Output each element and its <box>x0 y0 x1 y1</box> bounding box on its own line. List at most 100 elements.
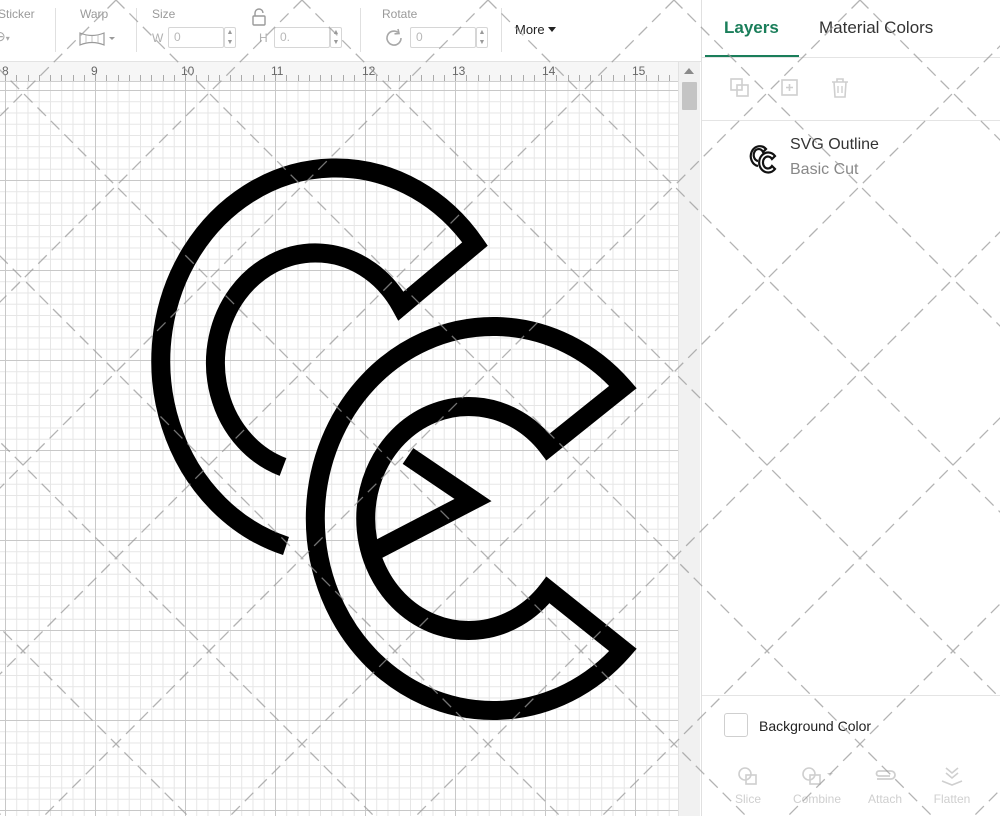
width-input[interactable]: 0 <box>168 27 224 48</box>
ruler-tick <box>185 75 186 81</box>
size-label: Size <box>152 7 176 21</box>
ruler-tick <box>117 75 119 81</box>
ruler-tick <box>556 75 558 81</box>
lower-c-outline <box>305 317 637 720</box>
ruler-tick <box>455 75 456 81</box>
ruler-mark: 13 <box>452 64 466 78</box>
toolbar-divider <box>136 8 137 52</box>
ruler-tick <box>173 75 175 81</box>
ruler-mark: 11 <box>271 64 284 78</box>
combine-button[interactable]: Combine <box>787 757 847 806</box>
attach-button[interactable]: Attach <box>855 757 915 806</box>
ruler-tick <box>376 75 378 81</box>
ruler-tick <box>61 75 63 81</box>
ruler-tick <box>590 75 591 81</box>
vertical-scrollbar[interactable] <box>678 62 700 816</box>
top-toolbar: Sticker ⊖▾ Warp Size W 0 ▲▼ H 0. ▲▼ Rota… <box>0 0 702 62</box>
background-color-swatch[interactable] <box>724 713 748 737</box>
combine-icon <box>802 767 833 785</box>
design-canvas[interactable] <box>0 82 678 816</box>
sticker-icon[interactable]: ⊖▾ <box>0 28 10 45</box>
ruler-tick <box>545 75 546 81</box>
ruler-tick <box>533 75 535 81</box>
ruler-tick <box>286 75 288 81</box>
ruler-tick <box>488 75 490 81</box>
layer-operation: Basic Cut <box>790 161 859 178</box>
ruler-tick <box>578 75 580 81</box>
background-divider <box>702 695 1000 696</box>
combine-label: Combine <box>792 792 842 806</box>
warp-icon[interactable] <box>78 30 116 51</box>
duplicate-icon[interactable] <box>778 76 802 100</box>
ruler-tick <box>106 75 108 81</box>
ruler-tick <box>297 75 299 81</box>
lock-icon[interactable] <box>251 8 267 29</box>
rotate-stepper[interactable]: ▲ ▼ <box>476 27 488 48</box>
chevron-down-icon <box>547 27 556 32</box>
ruler-tick <box>353 75 355 81</box>
ruler-tick <box>320 75 321 81</box>
ruler-tick <box>27 75 29 81</box>
slice-button[interactable]: Slice <box>718 757 778 806</box>
ruler-tick <box>5 75 6 81</box>
slice-label: Slice <box>734 792 761 806</box>
size-width-letter: W <box>152 31 164 45</box>
tab-material-colors[interactable]: Material Colors <box>819 18 933 38</box>
group-icon[interactable] <box>728 76 752 100</box>
scroll-up-icon[interactable] <box>684 68 694 74</box>
layer-item[interactable]: SVG Outline Basic Cut <box>702 124 1000 186</box>
cc-logo-design[interactable] <box>0 82 678 816</box>
layers-panel: Layers Material Colors SVG Outline Basic… <box>701 0 1000 816</box>
ruler-tick <box>308 75 310 81</box>
ruler-tick <box>275 75 276 81</box>
ruler-tick <box>432 75 434 81</box>
ruler-tick <box>72 75 74 81</box>
background-color-label: Background Color <box>759 718 872 734</box>
ruler-tick <box>331 75 333 81</box>
ruler-mark: 10 <box>181 64 195 78</box>
ruler-tick <box>410 75 411 81</box>
bottom-action-bar: Slice Combine Attach Flatten <box>702 757 1000 816</box>
rotate-label: Rotate <box>382 7 418 21</box>
delete-icon[interactable] <box>828 76 852 100</box>
flatten-button[interactable]: Flatten <box>922 757 982 806</box>
ruler-tick <box>365 75 366 81</box>
ruler-mark: 15 <box>632 64 646 78</box>
slice-icon <box>738 767 757 785</box>
attach-icon <box>875 770 896 780</box>
cc-logo-thumbnail-icon <box>749 145 777 174</box>
ruler-tick <box>443 75 445 81</box>
ruler-tick <box>218 75 220 81</box>
rotate-input[interactable]: 0 <box>410 27 476 48</box>
ruler-tick <box>128 75 130 81</box>
ruler-tick <box>263 75 265 81</box>
toolbar-divider <box>55 8 56 52</box>
height-stepper[interactable]: ▲ ▼ <box>330 27 342 48</box>
ruler-tick <box>252 75 254 81</box>
size-height-letter: H <box>259 31 268 45</box>
horizontal-ruler: 8 9 10 11 12 13 14 15 <box>0 62 678 82</box>
tab-layers[interactable]: Layers <box>724 18 779 38</box>
ruler-tick <box>241 75 243 81</box>
ruler-tick <box>140 75 141 81</box>
ruler-tick <box>601 75 603 81</box>
toolbar-divider <box>501 8 502 52</box>
toolbar-divider <box>360 8 361 52</box>
scroll-thumb[interactable] <box>682 82 697 110</box>
ruler-tick <box>38 75 40 81</box>
ruler-tick <box>567 75 569 81</box>
ruler-tick <box>83 75 85 81</box>
more-label: More <box>515 22 545 37</box>
ruler-tick <box>646 75 648 81</box>
ruler-tick <box>162 75 164 81</box>
more-menu-button[interactable]: More <box>515 22 556 37</box>
ruler-tick <box>95 75 96 81</box>
height-input[interactable]: 0. <box>274 27 330 48</box>
ruler-tick <box>342 75 344 81</box>
ruler-tick <box>623 75 625 81</box>
ruler-tick <box>16 75 18 81</box>
width-stepper[interactable]: ▲ ▼ <box>224 27 236 48</box>
ruler-tick <box>207 75 209 81</box>
ruler-tick <box>477 75 479 81</box>
flatten-icon <box>941 767 963 786</box>
